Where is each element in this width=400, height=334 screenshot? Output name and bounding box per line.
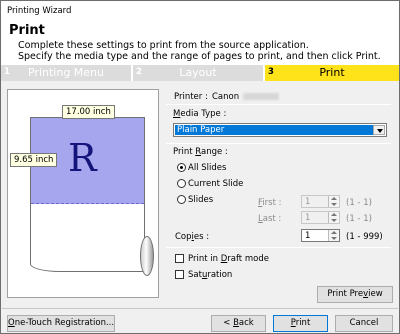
print-preview-button[interactable]: Print Preview bbox=[317, 286, 393, 303]
draft-mode-label[interactable]: Print in Draft mode bbox=[188, 254, 269, 264]
divider bbox=[166, 104, 391, 105]
print-preview-text-b: iew bbox=[368, 289, 383, 299]
radio-current-slide[interactable] bbox=[177, 179, 186, 188]
copies-range: (1 - 999) bbox=[346, 232, 383, 242]
copies-text-a: Cop bbox=[175, 232, 192, 242]
printer-name: Canon bbox=[212, 92, 280, 102]
stepper-arrows-icon[interactable] bbox=[328, 212, 339, 223]
one-touch-text: ne-Touch Registration... bbox=[14, 318, 115, 328]
last-page-stepper[interactable]: 1 bbox=[301, 211, 340, 224]
last-page-range: (1 - 1) bbox=[346, 214, 372, 224]
stepper-arrows-icon[interactable] bbox=[328, 196, 339, 207]
first-label-text: irst : bbox=[262, 198, 282, 208]
height-dimension-label: 9.65 inch bbox=[10, 153, 58, 167]
back-button[interactable]: < Back bbox=[211, 315, 266, 332]
saturation-text-b: ration bbox=[207, 270, 233, 280]
saturation-text-a: Sat bbox=[188, 270, 202, 280]
one-touch-registration-button[interactable]: One-Touch Registration... bbox=[7, 315, 115, 332]
step-label: Layout bbox=[179, 66, 217, 79]
first-label: First : bbox=[258, 198, 281, 208]
saturation-checkbox[interactable] bbox=[175, 270, 184, 279]
back-text-b: ack bbox=[238, 318, 254, 328]
radio-slides[interactable] bbox=[177, 195, 186, 204]
printer-label: Printer : bbox=[174, 92, 208, 102]
title-bar: Printing Wizard bbox=[1, 1, 399, 21]
draft-mode-checkbox[interactable] bbox=[175, 254, 184, 263]
print-text: rint bbox=[295, 318, 311, 328]
saturation-label[interactable]: Saturation bbox=[188, 270, 232, 280]
media-type-selected: Plain Paper bbox=[175, 125, 373, 135]
all-slides-label[interactable]: All Slides bbox=[188, 163, 226, 173]
first-page-range: (1 - 1) bbox=[346, 198, 372, 208]
print-button[interactable]: Print bbox=[273, 315, 328, 332]
width-dimension-label: 17.00 inch bbox=[62, 105, 115, 119]
media-type-label-text: edia Type : bbox=[180, 109, 227, 119]
last-label-text: ast : bbox=[262, 214, 282, 224]
print-preview-pane: R 17.00 inch 9.65 inch bbox=[7, 89, 159, 298]
first-page-value: 1 bbox=[305, 197, 311, 207]
draft-text-a: Print in bbox=[188, 254, 221, 264]
print-range-text-b: ange : bbox=[201, 147, 228, 157]
media-type-label: Media Type : bbox=[173, 109, 226, 119]
first-page-stepper[interactable]: 1 bbox=[301, 195, 340, 208]
media-type-select[interactable]: Plain Paper bbox=[173, 123, 387, 137]
printer-name-text: Canon bbox=[212, 92, 240, 102]
draft-text-b: raft mode bbox=[227, 254, 269, 264]
cancel-button[interactable]: Cancel bbox=[335, 315, 393, 332]
step-label: Print bbox=[319, 66, 345, 79]
step-print-active: 3 Print bbox=[265, 65, 399, 81]
instruction-line-1: Complete these settings to print from th… bbox=[18, 40, 309, 51]
footer-divider bbox=[2, 308, 398, 309]
step-layout: 2 Layout bbox=[133, 65, 263, 81]
last-label: Last : bbox=[258, 214, 281, 224]
instruction-line-2: Specify the media type and the range of … bbox=[18, 51, 381, 62]
one-touch-mnemonic: O bbox=[8, 318, 15, 328]
current-slide-label[interactable]: Current Slide bbox=[188, 179, 243, 189]
last-page-value: 1 bbox=[305, 213, 311, 223]
print-range-label: Print Range : bbox=[173, 147, 228, 157]
copies-text-b: es : bbox=[193, 232, 210, 242]
copies-label: Copies : bbox=[175, 232, 209, 242]
print-preview-text-a: Print Pre bbox=[327, 289, 364, 299]
back-text-a: < bbox=[223, 318, 234, 328]
slides-label[interactable]: Slides bbox=[188, 195, 213, 205]
window-title: Printing Wizard bbox=[7, 6, 72, 16]
roll-core-icon bbox=[140, 236, 154, 276]
step-label: Printing Menu bbox=[27, 66, 104, 79]
page-title: Print bbox=[9, 23, 45, 38]
printer-model-redacted bbox=[243, 93, 280, 100]
chevron-down-icon[interactable] bbox=[373, 125, 385, 135]
divider bbox=[166, 247, 391, 248]
divider bbox=[166, 143, 391, 144]
stepper-arrows-icon[interactable] bbox=[328, 230, 339, 241]
wizard-steps: 1 Printing Menu 2 Layout 3 Print bbox=[1, 65, 399, 81]
print-range-text-a: Print bbox=[173, 147, 196, 157]
step-printing-menu: 1 Printing Menu bbox=[1, 65, 131, 81]
copies-stepper[interactable]: 1 bbox=[301, 229, 340, 242]
printing-wizard-window: Printing Wizard Print Complete these set… bbox=[0, 0, 400, 334]
radio-all-slides[interactable] bbox=[177, 163, 186, 172]
preview-letter: R bbox=[68, 136, 97, 180]
copies-value: 1 bbox=[305, 231, 311, 241]
